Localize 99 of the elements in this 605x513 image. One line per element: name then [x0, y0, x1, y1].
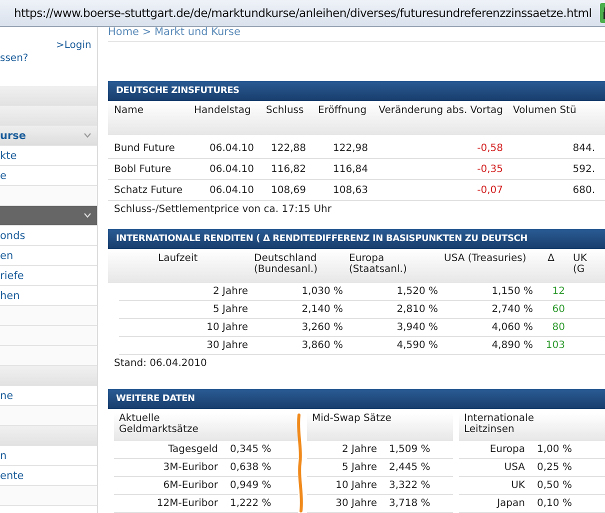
- menu-item[interactable]: [0, 86, 97, 106]
- address-bar[interactable]: https://www.boerse-stuttgart.de/de/marktundkurse/anleihen/diverses/futuresundreferenzzinssaetze.html: [0, 0, 605, 27]
- menu-item[interactable]: [0, 366, 97, 386]
- column-header: USA (Treasuries): [443, 253, 528, 266]
- table-cell-text: 10 Jahre: [334, 480, 377, 491]
- table-cell-text: 06.04.10: [208, 184, 255, 196]
- table-cell-text: 1,030 %: [300, 286, 343, 297]
- column-header: Aktuelle Geldmarktsätze: [114, 413, 298, 441]
- table-cell-text: 122,88: [270, 142, 307, 154]
- table-cell-text: Bund Future: [113, 142, 176, 154]
- table-cell-text: 0,949 %: [229, 480, 272, 491]
- table-cell-text: 12: [551, 286, 566, 297]
- table-cell-text: Tagesgeld: [167, 444, 218, 455]
- column-header: Handelstag: [193, 105, 252, 118]
- column-header: Schluss: [265, 105, 305, 118]
- table-cell-text: 06.04.10: [208, 142, 255, 154]
- table-cell-text: 1,509 %: [388, 444, 432, 455]
- table-cell-text: 108,69: [270, 184, 307, 196]
- table-cell-text: -0,58: [476, 142, 504, 154]
- table-cell-text: 0,638 %: [229, 462, 272, 473]
- section-header: DEUTSCHE ZINSFUTURES: [108, 81, 605, 101]
- table-cell-text: Bobl Future: [113, 164, 172, 174]
- column-header: Veränderung abs. Vortag: [378, 105, 504, 118]
- menu-item[interactable]: [0, 486, 97, 506]
- breadcrumb[interactable]: Home > Markt und Kurse: [108, 27, 605, 42]
- footnote: Schluss-/Settlementprice von ca. 17:15 Uhr: [113, 203, 332, 217]
- forgot-link[interactable]: ssen?: [0, 53, 28, 64]
- table-cell-text: 30 Jahre: [206, 340, 248, 351]
- table-cell-text: 10 Jahre: [206, 322, 248, 333]
- table-cell-text: 2,445 %: [388, 462, 432, 473]
- column-header: Deutschland (Bundesanl.): [253, 253, 318, 277]
- column-header: Mid-Swap Sätze: [307, 413, 453, 441]
- table-cell-text: 0,25 %: [536, 462, 573, 473]
- table-cell-text: 4,890 %: [490, 340, 533, 351]
- column-header: Eröffnung: [317, 105, 368, 118]
- table-cell-text: 6M-Euribor: [162, 480, 218, 491]
- column-header: Δ: [546, 253, 556, 266]
- column-header: UK (G: [572, 253, 588, 277]
- table-cell-text: 1,520 %: [396, 286, 438, 297]
- table-cell-text: 1,150 %: [490, 286, 533, 297]
- table-cell-text: UK: [510, 480, 525, 491]
- menu-section-header[interactable]: [0, 206, 97, 226]
- table-cell-text: 4,590 %: [396, 340, 438, 351]
- table-cell-text: 1,222 %: [229, 498, 272, 509]
- table-cell-text: 5 Jahre: [341, 462, 377, 473]
- table-cell-text: 3M-Euribor: [162, 462, 218, 473]
- table-cell-text: 3,718 %: [388, 498, 432, 509]
- table-cell-text: 844.: [572, 142, 596, 154]
- table-cell-text: 3,860 %: [300, 340, 343, 351]
- table-cell-text: USA: [503, 462, 525, 473]
- table-cell-text: 2 Jahre: [212, 286, 248, 297]
- url-text: https://www.boerse-stuttgart.de/de/marktundkurse/anleihen/diverses/futuresundreferenzzinssaetze.html: [14, 6, 592, 20]
- table-cell-text: 5 Jahre: [212, 304, 248, 315]
- table-cell-text: 0,50 %: [536, 480, 573, 491]
- menu-item[interactable]: [0, 326, 97, 346]
- table-cell-text: 06.04.10: [208, 164, 255, 174]
- table-cell-text: 116,82: [270, 164, 307, 174]
- table-cell-text: 2,140 %: [300, 304, 343, 315]
- menu-item[interactable]: [0, 106, 97, 126]
- table-cell-text: 680.: [572, 184, 596, 196]
- table-cell-text: 3,322 %: [388, 480, 432, 491]
- menu-item[interactable]: [0, 346, 97, 366]
- column-header: Europa (Staatsanl.): [348, 253, 408, 277]
- menu-item[interactable]: [0, 406, 97, 426]
- table-cell-text: 103: [544, 340, 566, 351]
- table-cell-text: 2 Jahre: [341, 444, 377, 455]
- table-cell-text: 2,810 %: [396, 304, 438, 315]
- menu-heading-label: urse: [0, 130, 26, 142]
- table-cell-text: 3,260 %: [300, 322, 343, 333]
- table-cell-text: 30 Jahre: [334, 498, 377, 509]
- section-header: WEITERE DATEN: [108, 389, 605, 409]
- table-cell-text: 0,345 %: [229, 444, 272, 455]
- table-cell-text: 116,84: [332, 164, 369, 174]
- table-cell-text: 80: [551, 322, 566, 333]
- table-cell-text: Japan: [496, 498, 525, 509]
- table-cell-text: Europa: [488, 444, 525, 455]
- table-cell-text: -0,07: [476, 184, 504, 196]
- table-cell-text: 2,740 %: [490, 304, 533, 315]
- menu-heading[interactable]: urse: [0, 126, 97, 146]
- column-header: Name: [113, 105, 145, 118]
- column-header: Internationale Leitzinsen: [459, 413, 605, 441]
- table-cell-text: 122,98: [332, 142, 369, 154]
- table-cell-text: 108,63: [332, 184, 369, 196]
- table-cell-text: -0,35: [476, 164, 504, 174]
- login-link[interactable]: >Login: [56, 40, 92, 51]
- table-cell-text: 1,00 %: [536, 444, 573, 455]
- section-header: INTERNATIONALE RENDITEN ( Δ RENDITEDIFFERENZ IN BASISPUNKTEN ZU DEUTSCH: [108, 229, 605, 249]
- column-header: Volumen Stü: [512, 105, 578, 118]
- menu-item[interactable]: [0, 426, 97, 446]
- menu-item[interactable]: [0, 306, 97, 326]
- table-cell-text: Schatz Future: [113, 184, 184, 196]
- table-cell-text: 4,060 %: [490, 322, 533, 333]
- table-cell-text: 60: [551, 304, 566, 315]
- table-cell-text: 592.: [572, 164, 596, 174]
- table-cell-text: 12M-Euribor: [156, 498, 218, 509]
- table-cell-text: 0,10 %: [536, 498, 573, 509]
- column-header: Laufzeit: [157, 253, 199, 266]
- table-cell-text: 3,940 %: [396, 322, 438, 333]
- footnote: Stand: 06.04.2010: [113, 357, 208, 371]
